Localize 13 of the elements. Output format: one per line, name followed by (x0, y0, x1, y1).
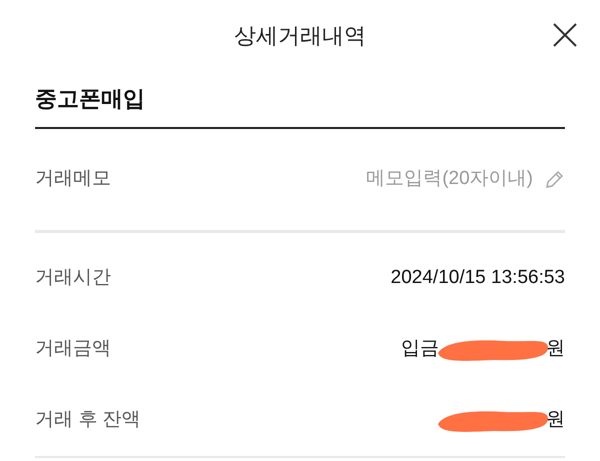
detail-unit: 원 (546, 408, 565, 432)
pencil-icon (543, 168, 565, 190)
close-icon (552, 22, 578, 48)
detail-value: 2024/10/15 13:56:53 (390, 266, 565, 290)
detail-label: 거래 후 잔액 (35, 408, 141, 432)
detail-label: 거래금액 (35, 337, 111, 362)
detail-label: 거래시간 (35, 266, 111, 290)
memo-field[interactable]: 메모입력(20자이내) (303, 165, 565, 194)
transaction-name: 중고폰매입 (35, 86, 145, 111)
detail-value: 입금 (401, 337, 439, 362)
detail-unit: 원 (546, 337, 565, 362)
memo-label: 거래메모 (35, 167, 111, 192)
screen-title: 상세거래내역 (234, 22, 366, 50)
